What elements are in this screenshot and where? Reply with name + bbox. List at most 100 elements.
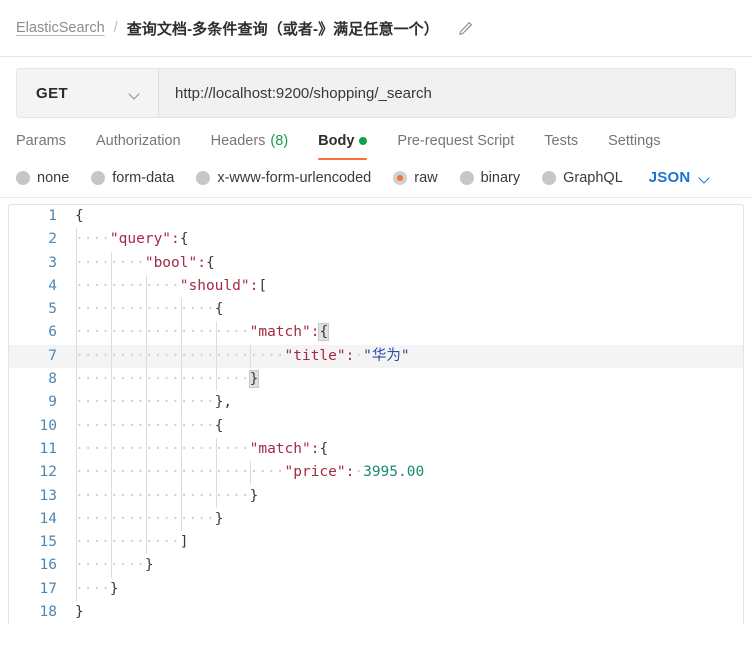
tab-settings[interactable]: Settings bbox=[593, 133, 675, 160]
radio-label: x-www-form-urlencoded bbox=[217, 169, 372, 186]
line-number: 3 bbox=[48, 254, 57, 271]
body-type-binary[interactable]: binary bbox=[459, 170, 520, 186]
indent-guide bbox=[145, 437, 147, 462]
code-line[interactable]: 3 ········"bool":{ bbox=[9, 251, 743, 275]
matching-brace-highlight: { bbox=[318, 323, 330, 342]
radio-icon-selected bbox=[393, 170, 408, 185]
code-text: ········"bool":{ bbox=[67, 251, 743, 275]
indent-guide bbox=[76, 577, 77, 602]
url-text: http://localhost:9200/shopping/_search bbox=[175, 84, 432, 102]
code-line[interactable]: 16 ········} bbox=[9, 554, 743, 578]
indent-guide bbox=[180, 344, 182, 369]
radio-label: GraphQL bbox=[563, 169, 623, 186]
code-line[interactable]: 7 ························"title":·"华为" bbox=[9, 344, 743, 369]
code-line[interactable]: 8 ····················} bbox=[9, 368, 743, 392]
code-line[interactable]: 15 ············] bbox=[9, 531, 743, 555]
indent-guide bbox=[76, 437, 77, 462]
code-line[interactable]: 9 ················}, bbox=[9, 391, 743, 415]
breadcrumb: ElasticSearch / 查询文档-多条件查询（或者-》满足任意一个） bbox=[16, 18, 439, 39]
code-line[interactable]: 13 ····················} bbox=[9, 484, 743, 508]
request-tab-bar: Params Authorization Headers (8) Body Pr… bbox=[0, 118, 752, 160]
indent-guide bbox=[180, 368, 182, 392]
chevron-down-icon bbox=[700, 174, 711, 181]
indent-guide bbox=[180, 507, 182, 532]
code-text: } bbox=[75, 604, 84, 621]
code-line[interactable]: 4 ············"should":[ bbox=[9, 274, 743, 299]
body-type-graphql[interactable]: GraphQL bbox=[542, 170, 623, 186]
line-number: 7 bbox=[48, 347, 57, 364]
radio-icon bbox=[196, 170, 211, 185]
indent-guide bbox=[76, 507, 77, 532]
code-line[interactable]: 11 ····················"match":{ bbox=[9, 437, 743, 462]
code-line[interactable]: 5 ················{ bbox=[9, 298, 743, 322]
tab-headers[interactable]: Headers (8) bbox=[196, 133, 304, 160]
tab-label: Params bbox=[16, 133, 66, 149]
indent-guide bbox=[76, 484, 77, 508]
body-format-select[interactable]: JSON bbox=[649, 169, 712, 186]
code-line[interactable]: 6 ····················"match":{ bbox=[9, 321, 743, 345]
code-text: ················}, bbox=[67, 391, 743, 415]
indent-guide bbox=[110, 321, 112, 345]
line-number: 10 bbox=[39, 417, 57, 434]
code-text: ····················"match":{ bbox=[67, 437, 743, 462]
indent-guide bbox=[145, 321, 147, 345]
indent-guide bbox=[215, 484, 217, 508]
tab-tests[interactable]: Tests bbox=[529, 133, 593, 160]
code-text: ················} bbox=[67, 507, 743, 532]
breadcrumb-collection-link[interactable]: ElasticSearch bbox=[16, 20, 105, 36]
indent-guide bbox=[145, 391, 147, 415]
tab-pre-request-script[interactable]: Pre-request Script bbox=[382, 133, 529, 160]
code-text: ····················} bbox=[67, 368, 743, 392]
body-type-urlencoded[interactable]: x-www-form-urlencoded bbox=[196, 170, 371, 186]
matching-brace-highlight: } bbox=[248, 370, 260, 389]
line-number: 5 bbox=[48, 301, 57, 318]
http-method-select[interactable]: GET bbox=[17, 69, 159, 117]
request-bar-wrapper: GET http://localhost:9200/shopping/_sear… bbox=[0, 57, 752, 118]
code-line[interactable]: 18} bbox=[9, 601, 743, 624]
tab-label: Authorization bbox=[95, 133, 181, 149]
tab-label: Pre-request Script bbox=[397, 133, 515, 149]
indent-guide bbox=[180, 484, 182, 508]
indent-guide bbox=[76, 274, 77, 299]
radio-icon bbox=[91, 170, 106, 185]
request-body-editor[interactable]: 1{2····"query":{3········"bool":{4······… bbox=[8, 204, 744, 624]
request-title[interactable]: 查询文档-多条件查询（或者-》满足任意一个） bbox=[127, 18, 439, 39]
tab-authorization[interactable]: Authorization bbox=[81, 133, 196, 160]
code-text: ········} bbox=[67, 554, 743, 578]
tab-params[interactable]: Params bbox=[16, 133, 81, 160]
code-line[interactable]: 14 ················} bbox=[9, 507, 743, 532]
indent-guide bbox=[76, 531, 77, 555]
indent-guide bbox=[215, 368, 217, 392]
indent-guide bbox=[145, 507, 147, 532]
line-number: 15 bbox=[39, 534, 57, 551]
pencil-icon[interactable] bbox=[456, 18, 476, 38]
indent-guide bbox=[110, 391, 112, 415]
indent-guide bbox=[110, 484, 112, 508]
code-line[interactable]: 12 ························"price":·3995.… bbox=[9, 461, 743, 485]
code-line[interactable]: 2 ····"query":{ bbox=[9, 228, 743, 252]
body-type-raw[interactable]: raw bbox=[393, 170, 438, 186]
indent-guide bbox=[110, 251, 112, 275]
indent-guide bbox=[180, 437, 182, 462]
tab-body[interactable]: Body bbox=[303, 133, 382, 160]
url-input[interactable]: http://localhost:9200/shopping/_search bbox=[159, 69, 735, 117]
body-type-form-data[interactable]: form-data bbox=[91, 170, 174, 186]
indent-guide bbox=[76, 228, 77, 252]
line-number: 12 bbox=[39, 464, 57, 481]
body-type-none[interactable]: none bbox=[16, 170, 69, 186]
code-line[interactable]: 10 ················{ bbox=[9, 414, 743, 438]
indent-guide bbox=[76, 344, 77, 369]
code-line[interactable]: 17 ····} bbox=[9, 577, 743, 602]
code-text: ························"title":·"华为" bbox=[67, 344, 743, 369]
indent-guide bbox=[110, 531, 112, 555]
radio-label: none bbox=[37, 169, 70, 186]
indent-guide bbox=[180, 321, 182, 345]
code-text: ····················"match":{ bbox=[67, 321, 743, 345]
code-text: ············] bbox=[67, 531, 743, 555]
http-method-label: GET bbox=[36, 84, 69, 102]
code-line[interactable]: 1{ bbox=[9, 205, 743, 228]
line-number: 4 bbox=[48, 277, 57, 294]
tab-label: Tests bbox=[544, 133, 579, 149]
indent-guide bbox=[110, 368, 112, 392]
indent-guide bbox=[110, 274, 112, 299]
